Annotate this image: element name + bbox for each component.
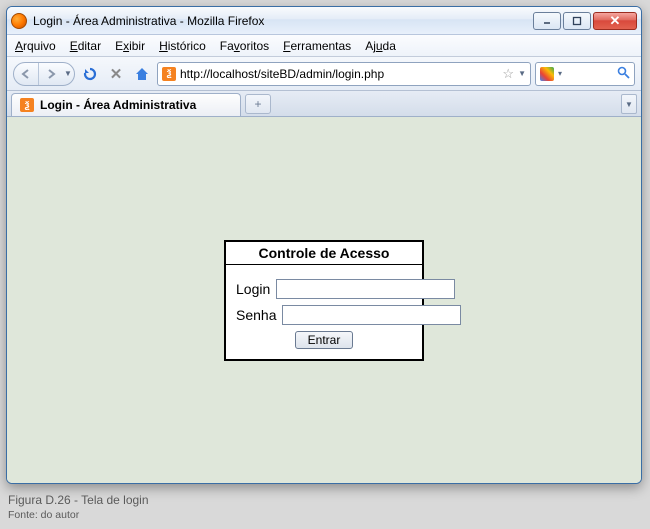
login-form: Login Senha Entrar	[226, 265, 422, 359]
menu-exibir[interactable]: ExibirExibir	[113, 37, 147, 55]
forward-button[interactable]	[38, 63, 62, 85]
forward-icon	[45, 68, 57, 80]
caption-source: Fonte: do autor	[8, 508, 149, 522]
search-engine-dropdown-icon[interactable]: ▾	[558, 69, 562, 78]
reload-button[interactable]	[79, 63, 101, 85]
back-icon	[20, 68, 32, 80]
login-submit-row: Entrar	[236, 331, 412, 349]
menu-historico[interactable]: HistóricoHistórico	[157, 37, 208, 55]
window-title: Login - Área Administrativa - Mozilla Fi…	[33, 14, 264, 28]
close-button[interactable]: ✕	[593, 12, 637, 30]
browser-window: Login - Área Administrativa - Mozilla Fi…	[6, 6, 642, 484]
search-engine-icon	[540, 67, 554, 81]
plus-icon: +	[254, 97, 261, 111]
address-dropdown-icon[interactable]: ▼	[518, 69, 526, 78]
login-box: Controle de Acesso Login Senha Entrar	[224, 240, 424, 361]
menu-ajuda[interactable]: AjudaAjuda	[363, 37, 398, 55]
tab-list-dropdown[interactable]: ▼	[621, 94, 637, 114]
back-button[interactable]	[14, 63, 38, 85]
window-controls: ✕	[533, 12, 637, 30]
nav-history-dropdown[interactable]: ▼	[62, 63, 74, 85]
menu-editar[interactable]: EditarEditar	[68, 37, 103, 55]
menu-arquivo[interactable]: AArquivorquivo	[13, 37, 58, 55]
address-url: http://localhost/siteBD/admin/login.php	[180, 67, 498, 81]
login-input[interactable]	[276, 279, 455, 299]
site-favicon: ѯ	[162, 67, 176, 81]
address-bar[interactable]: ѯ http://localhost/siteBD/admin/login.ph…	[157, 62, 531, 86]
close-icon: ✕	[610, 13, 621, 29]
minimize-icon	[542, 16, 552, 26]
firefox-icon	[11, 13, 27, 29]
home-icon	[134, 66, 150, 82]
bookmark-star-icon[interactable]: ☆	[502, 66, 514, 82]
search-icon[interactable]	[617, 66, 630, 82]
senha-label: Senha	[236, 307, 276, 323]
maximize-icon	[572, 16, 582, 26]
login-row-senha: Senha	[236, 305, 412, 325]
home-button[interactable]	[131, 63, 153, 85]
menu-favoritos[interactable]: FavoritosFavoritos	[218, 37, 271, 55]
stop-icon: ✕	[110, 65, 123, 83]
login-label: Login	[236, 281, 270, 297]
menu-ferramentas[interactable]: FerramentasFerramentas	[281, 37, 353, 55]
login-title: Controle de Acesso	[226, 242, 422, 265]
menubar: AArquivorquivo EditarEditar ExibirExibir…	[7, 35, 641, 57]
toolbar: ▼ ✕ ѯ http://localhost/siteBD/admin/logi…	[7, 57, 641, 91]
tab-label: Login - Área Administrativa	[40, 98, 196, 112]
caption-title: Figura D.26 - Tela de login	[8, 492, 149, 508]
tab-favicon: ѯ	[20, 98, 34, 112]
new-tab-button[interactable]: +	[245, 94, 271, 114]
reload-icon	[82, 66, 98, 82]
login-row-login: Login	[236, 279, 412, 299]
entrar-button[interactable]: Entrar	[295, 331, 354, 349]
minimize-button[interactable]	[533, 12, 561, 30]
search-bar[interactable]: ▾	[535, 62, 635, 86]
nav-back-forward: ▼	[13, 62, 75, 86]
page-viewport: Controle de Acesso Login Senha Entrar	[7, 117, 641, 483]
tabbar: ѯ Login - Área Administrativa + ▼	[7, 91, 641, 117]
figure-caption: Figura D.26 - Tela de login Fonte: do au…	[8, 492, 149, 522]
tab-active[interactable]: ѯ Login - Área Administrativa	[11, 93, 241, 116]
titlebar: Login - Área Administrativa - Mozilla Fi…	[7, 7, 641, 35]
senha-input[interactable]	[282, 305, 461, 325]
maximize-button[interactable]	[563, 12, 591, 30]
stop-button[interactable]: ✕	[105, 63, 127, 85]
